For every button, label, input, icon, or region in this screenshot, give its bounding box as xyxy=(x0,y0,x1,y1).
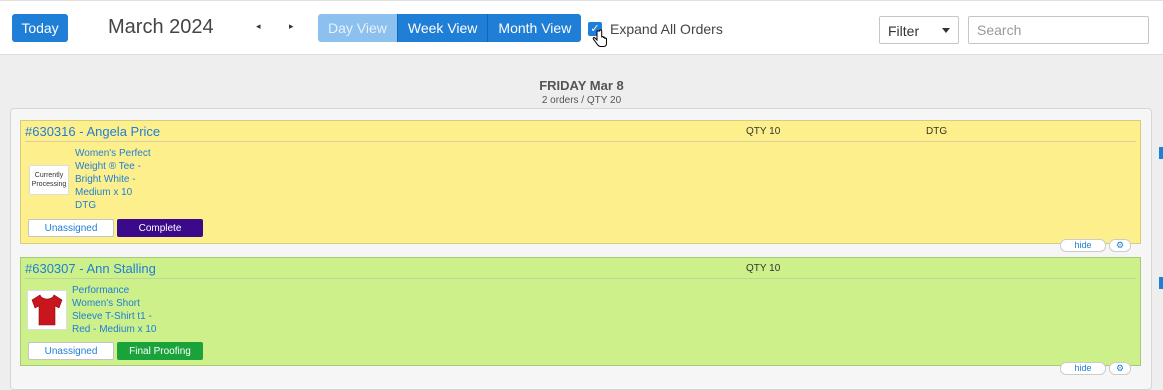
chevron-down-icon xyxy=(942,28,950,33)
month-title: March 2024 xyxy=(108,16,214,38)
assign-button[interactable]: Unassigned xyxy=(28,342,114,360)
order-qty: QTY 10 xyxy=(746,263,781,274)
item-line: Sleeve T-Shirt t1 - xyxy=(72,311,152,322)
prev-arrow-icon[interactable]: ◂ xyxy=(256,21,261,32)
item-description-link[interactable]: Women's Perfect Weight ® Tee - Bright Wh… xyxy=(75,147,151,212)
month-view-button[interactable]: Month View xyxy=(487,14,582,42)
day-title: FRIDAY Mar 8 xyxy=(539,78,624,93)
hide-button[interactable]: hide xyxy=(1060,362,1106,375)
gear-icon[interactable]: ⚙ xyxy=(1109,239,1131,252)
item-line: Performance xyxy=(72,285,130,296)
week-view-button[interactable]: Week View xyxy=(396,14,488,42)
hide-button[interactable]: hide xyxy=(1060,239,1106,252)
item-description-link[interactable]: Performance Women's Short Sleeve T-Shirt… xyxy=(72,284,156,336)
order-print-method: DTG xyxy=(926,126,948,137)
day-summary: 2 orders / QTY 20 xyxy=(541,95,622,106)
item-line: DTG xyxy=(75,200,97,211)
expand-all-toggle[interactable]: ✓ Expand All Orders xyxy=(588,21,723,37)
divider xyxy=(25,141,1136,142)
item-line: Women's Short xyxy=(72,298,140,309)
next-arrow-icon[interactable]: ▸ xyxy=(289,21,294,32)
item-thumbnail: Currently Processing xyxy=(29,165,69,195)
filter-select-value: Filter xyxy=(888,23,920,39)
scroll-indicator xyxy=(1159,277,1163,289)
today-button[interactable]: Today xyxy=(12,14,68,42)
gear-icon[interactable]: ⚙ xyxy=(1109,362,1131,375)
item-line: Medium x 10 xyxy=(75,187,133,198)
day-view-button[interactable]: Day View xyxy=(318,14,397,42)
red-tshirt-icon xyxy=(31,294,63,326)
filter-select[interactable]: Filter xyxy=(879,16,959,44)
item-line: Red - Medium x 10 xyxy=(72,324,157,335)
order-card: #630316 - Angela Price QTY 10 DTG Curren… xyxy=(20,120,1141,244)
item-line: Weight ® Tee - xyxy=(75,161,141,172)
item-line: Women's Perfect xyxy=(75,148,151,159)
shirt-thumbnail xyxy=(27,290,67,330)
divider xyxy=(25,278,1136,279)
hand-cursor-icon xyxy=(592,29,607,47)
order-qty: QTY 10 xyxy=(746,126,781,137)
item-line: Bright White - xyxy=(75,174,136,185)
order-title-link[interactable]: #630316 - Angela Price xyxy=(25,124,160,139)
order-card: #630307 - Ann Stalling QTY 10 Performanc… xyxy=(20,257,1141,366)
toolbar: Today March 2024 ◂ ▸ Day View Week View … xyxy=(0,0,1163,55)
view-switcher: Day View Week View Month View xyxy=(318,14,582,42)
order-title-link[interactable]: #630307 - Ann Stalling xyxy=(25,261,156,276)
status-button[interactable]: Final Proofing xyxy=(117,342,203,360)
search-input[interactable] xyxy=(968,16,1149,44)
status-button[interactable]: Complete xyxy=(117,219,203,237)
expand-label: Expand All Orders xyxy=(610,21,723,37)
assign-button[interactable]: Unassigned xyxy=(28,219,114,237)
scroll-indicator xyxy=(1159,147,1163,159)
